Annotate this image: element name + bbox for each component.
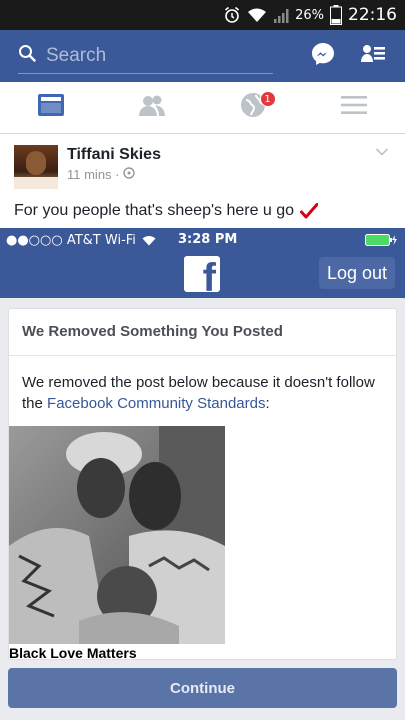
ios-carrier-label: ●●○○○ AT&T Wi-Fi [6, 233, 136, 248]
removed-photo [9, 426, 225, 644]
tab-notifications[interactable]: 1 [203, 82, 304, 133]
facebook-logo-letter: f [202, 256, 216, 300]
tab-bar: 1 [0, 82, 405, 134]
ios-status-bar: ●●○○○ AT&T Wi-Fi 3:28 PM [0, 228, 405, 252]
friends-icon [137, 93, 167, 122]
post-author[interactable]: Tiffani Skies [67, 146, 161, 164]
community-standards-link[interactable]: Facebook Community Standards [47, 395, 265, 412]
battery-percent: 26% [295, 7, 324, 23]
embedded-screenshot[interactable]: ●●○○○ AT&T Wi-Fi 3:28 PM f Log out We Re… [0, 228, 405, 720]
checkmark-icon [300, 203, 319, 219]
post-time[interactable]: 11 mins [67, 167, 112, 182]
post-text: For you people that's sheep's here u go [14, 202, 319, 220]
ios-wifi-icon [142, 235, 156, 246]
tab-friends[interactable] [101, 82, 202, 133]
photo-caption: Black Love Matters [9, 645, 137, 660]
ios-time: 3:28 PM [178, 232, 238, 247]
ios-battery-icon [365, 234, 399, 246]
chevron-down-icon [375, 144, 389, 161]
feed-post: Tiffani Skies 11 mins · For you people t… [0, 136, 405, 228]
alarm-icon [223, 6, 241, 24]
friends-list-icon [360, 42, 386, 71]
tab-news-feed[interactable] [0, 82, 101, 133]
post-meta: 11 mins · [67, 167, 135, 182]
facebook-logo[interactable]: f [184, 256, 220, 298]
public-icon [123, 167, 135, 182]
notification-badge: 1 [259, 91, 276, 107]
friends-list-button[interactable] [355, 38, 391, 74]
meta-separator: · [111, 167, 124, 182]
status-clock: 22:16 [348, 5, 397, 25]
card-title: We Removed Something You Posted [9, 309, 396, 356]
mobile-site-header: f Log out [0, 252, 405, 298]
search-input[interactable]: Search [18, 38, 273, 74]
log-out-button[interactable]: Log out [318, 257, 395, 289]
wifi-icon [247, 7, 267, 23]
removed-post-card: We Removed Something You Posted We remov… [8, 308, 397, 660]
android-status-bar: 26% 22:16 [0, 0, 405, 30]
card-body-suffix: : [265, 395, 270, 412]
search-icon [18, 44, 36, 67]
post-options-button[interactable] [375, 144, 389, 162]
tab-menu[interactable] [304, 82, 405, 133]
search-placeholder: Search [46, 44, 107, 66]
signal-icon [273, 7, 291, 23]
messenger-button[interactable] [305, 38, 341, 74]
app-header: Search [0, 30, 405, 82]
menu-icon [341, 95, 368, 120]
avatar-caption-strip [14, 177, 58, 189]
avatar[interactable] [14, 145, 58, 189]
news-feed-icon [37, 93, 65, 122]
battery-icon [330, 5, 342, 25]
card-body: We removed the post below because it doe… [22, 372, 382, 414]
post-message: For you people that's sheep's here u go [14, 202, 295, 219]
family-photo-image [9, 426, 225, 644]
ios-carrier: ●●○○○ AT&T Wi-Fi [6, 233, 156, 248]
messenger-icon [310, 41, 336, 72]
continue-button[interactable]: Continue [8, 668, 397, 708]
avatar-face [26, 151, 46, 175]
